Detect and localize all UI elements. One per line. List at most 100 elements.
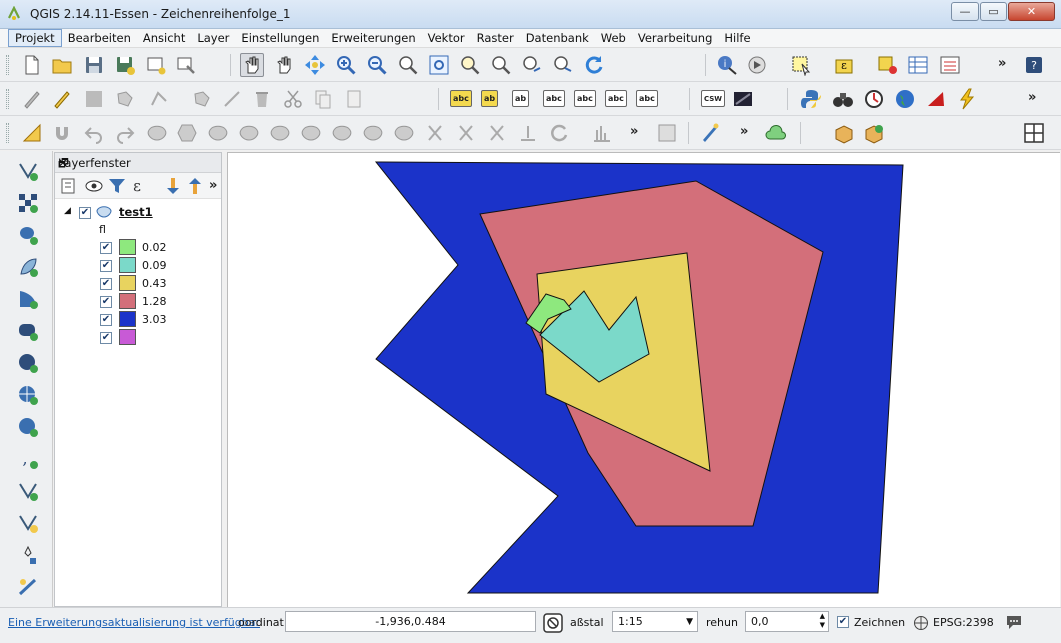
class-checkbox[interactable]: ✔ [100,296,112,308]
crs-icon[interactable] [913,615,929,631]
merge-features-icon[interactable] [454,121,478,145]
layer-toolbar-overflow-button[interactable]: » [209,178,217,193]
layer-name[interactable]: test1 [119,205,153,219]
run-feature-action-icon[interactable] [745,53,769,77]
expand-collapse-arrow-icon[interactable]: ◢ [64,206,71,216]
layer-diagram-icon[interactable]: ab [481,90,499,107]
cut-features-icon[interactable] [281,87,305,111]
digitizing-pen-icon[interactable] [698,121,722,145]
add-postgis-layer-icon[interactable] [16,223,40,247]
add-delimited-text-icon[interactable]: , [16,447,40,471]
toolbar-overflow-button[interactable]: » [630,124,638,139]
plugin-box-icon[interactable] [832,121,856,145]
redo-icon[interactable] [113,121,137,145]
pin-labels-icon[interactable]: ab [512,90,530,107]
scale-combobox[interactable]: 1:15 ▼ [612,611,698,632]
fill-ring-icon[interactable] [206,121,230,145]
extents-toggle-icon[interactable] [541,611,565,635]
plugin-box-add-icon[interactable] [862,121,886,145]
chevron-down-icon[interactable]: ▼ [686,617,693,627]
split-features-icon[interactable] [392,121,416,145]
collapse-all-icon[interactable] [183,174,207,198]
copy-features-icon[interactable] [311,87,335,111]
rotation-spinbox[interactable]: 0,0 ▲ ▼ [745,611,829,632]
change-label-icon[interactable]: abc [636,90,658,107]
delete-part-icon[interactable] [268,121,292,145]
spin-arrows-icon[interactable]: ▲ ▼ [820,612,825,630]
new-project-icon[interactable] [20,53,44,77]
gps-tools-icon[interactable] [16,575,40,599]
menu-vektor[interactable]: Vektor [422,30,471,46]
menu-datenbank[interactable]: Datenbank [520,30,595,46]
menu-ansicht[interactable]: Ansicht [137,30,191,46]
menu-web[interactable]: Web [595,30,632,46]
histogram-icon[interactable] [590,121,614,145]
pan-to-selection-icon[interactable] [272,53,296,77]
add-virtual-layer-icon[interactable] [16,479,40,503]
composer-manager-icon[interactable] [174,53,198,77]
move-label-icon[interactable]: abc [574,90,596,107]
add-feature-icon[interactable] [113,87,137,111]
globe-icon[interactable] [893,87,917,111]
deselect-features-icon[interactable] [876,53,900,77]
zoom-out-icon[interactable] [365,53,389,77]
save-as-icon[interactable] [113,53,137,77]
delete-selected-icon[interactable] [250,87,274,111]
metasearch-icon[interactable] [731,87,755,111]
add-db2-layer-icon[interactable] [16,319,40,343]
add-spatialite-layer-icon[interactable] [16,255,40,279]
add-wms-layer-icon[interactable] [16,383,40,407]
rotate-label-icon[interactable]: abc [605,90,627,107]
csw-icon[interactable]: CSW [701,90,726,107]
gps-icon[interactable] [862,87,886,111]
menu-layer[interactable]: Layer [191,30,235,46]
menu-bearbeiten[interactable]: Bearbeiten [62,30,137,46]
layer-visibility-checkbox[interactable]: ✔ [79,207,91,219]
zoom-in-icon[interactable] [334,53,358,77]
expand-all-icon[interactable] [161,174,185,198]
measure-ruler-icon[interactable] [20,121,44,145]
zoom-last-icon[interactable] [520,53,544,77]
raster-tool-icon[interactable] [655,121,679,145]
rotate-feature-icon[interactable] [547,121,571,145]
filter-legend-icon[interactable] [105,174,129,198]
manage-visibility-icon[interactable] [83,174,107,198]
menu-einstellungen[interactable]: Einstellungen [235,30,325,46]
snapping-magnet-icon[interactable] [50,121,74,145]
new-print-composer-icon[interactable] [144,53,168,77]
class-checkbox[interactable]: ✔ [100,332,112,344]
toggle-editing-icon[interactable] [50,87,74,111]
class-checkbox[interactable]: ✔ [100,314,112,326]
zoom-full-extent-icon[interactable] [427,53,451,77]
simplify-feature-icon[interactable] [361,121,385,145]
close-button[interactable]: ✕ [1008,2,1055,21]
menu-projekt[interactable]: Projekt [8,29,62,47]
menu-erweiterungen[interactable]: Erweiterungen [325,30,421,46]
show-hide-labels-icon[interactable]: abc [543,90,565,107]
pan-map-icon[interactable] [240,53,264,77]
add-part-icon[interactable] [175,121,199,145]
split-parts-icon[interactable] [423,121,447,145]
zoom-to-selection-icon[interactable] [458,53,482,77]
toolbar-overflow-button[interactable]: » [998,56,1006,71]
identify-features-icon[interactable]: i [715,53,739,77]
open-project-icon[interactable] [50,53,74,77]
save-layer-edits-icon[interactable] [82,87,106,111]
crs-status[interactable]: EPSG:2398 [933,616,994,629]
lightning-icon[interactable] [955,87,979,111]
select-by-expression-icon[interactable]: ε [833,53,857,77]
menu-hilfe[interactable]: Hilfe [718,30,756,46]
save-project-icon[interactable] [82,53,106,77]
zoom-native-resolution-icon[interactable] [396,53,420,77]
undo-icon[interactable] [82,121,106,145]
reshape-features-icon[interactable] [299,121,323,145]
filter-expression-icon[interactable]: ε [127,174,151,198]
current-edits-icon[interactable] [20,87,44,111]
layer-labeling-icon[interactable]: abc [450,90,472,107]
open-attribute-table-icon[interactable] [906,53,930,77]
add-ring-icon[interactable] [145,121,169,145]
close-panel-button[interactable]: ✕ [58,156,216,170]
refresh-icon[interactable] [582,53,606,77]
toolbar-grip[interactable] [6,55,9,75]
python-console-icon[interactable] [799,87,823,111]
